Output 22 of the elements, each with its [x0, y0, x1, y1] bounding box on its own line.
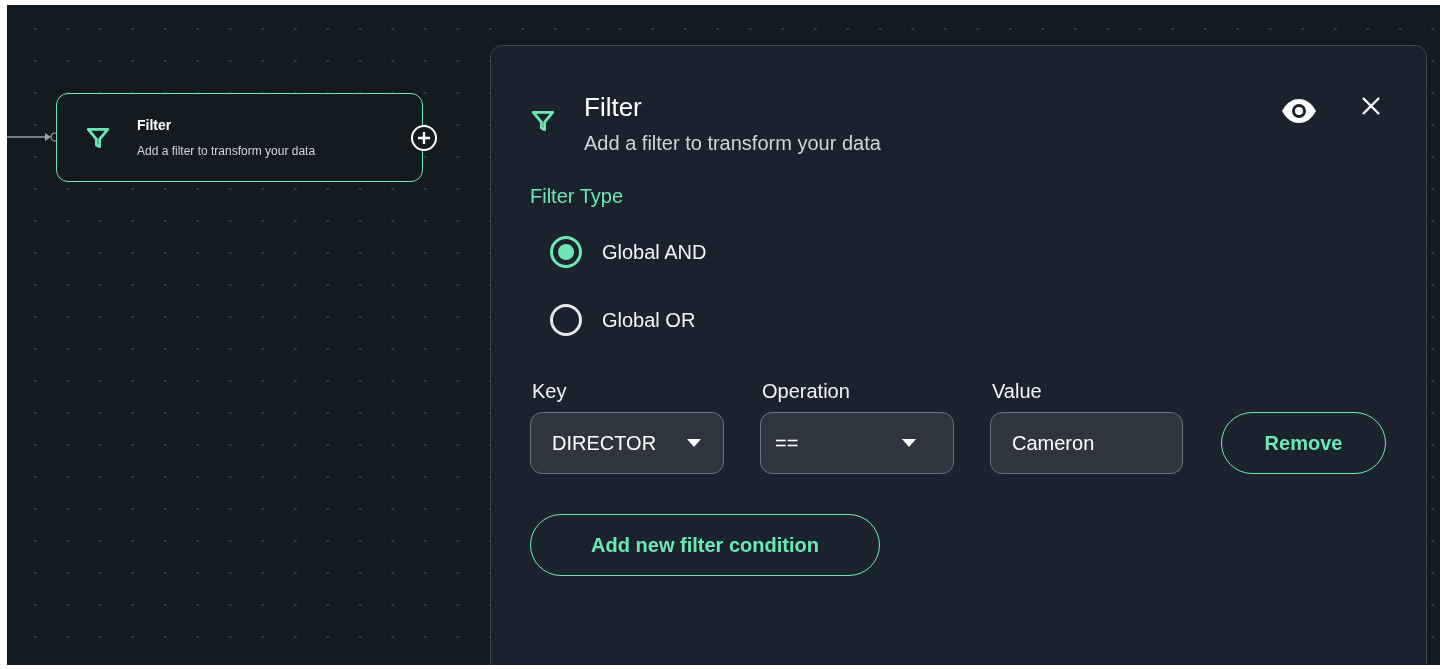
key-label: Key: [531, 379, 568, 404]
funnel-icon: [530, 108, 556, 134]
operation-dropdown[interactable]: ==: [760, 412, 954, 474]
filter-node[interactable]: Filter Add a filter to transform your data: [56, 93, 423, 182]
radio-label: Global OR: [602, 308, 696, 333]
node-title: Filter: [137, 116, 173, 135]
key-dropdown[interactable]: DIRECTOR: [530, 412, 724, 474]
value-label: Value: [991, 379, 1043, 404]
radio-label: Global AND: [602, 240, 707, 265]
node-subtitle: Add a filter to transform your data: [137, 143, 316, 160]
add-icon[interactable]: [410, 124, 438, 152]
caret-icon: [686, 438, 702, 448]
radio-button[interactable]: [550, 304, 582, 336]
panel-subtitle: Add a filter to transform your data: [584, 131, 882, 156]
filter-type-label: Filter Type: [530, 184, 624, 209]
eye-icon[interactable]: [1281, 98, 1317, 124]
panel-title: Filter: [584, 92, 643, 122]
value-field[interactable]: Cameron: [990, 412, 1183, 474]
radio-button[interactable]: [550, 236, 582, 268]
operation-label: Operation: [761, 379, 851, 404]
caret-icon: [901, 438, 917, 448]
close-icon[interactable]: [1361, 96, 1381, 116]
